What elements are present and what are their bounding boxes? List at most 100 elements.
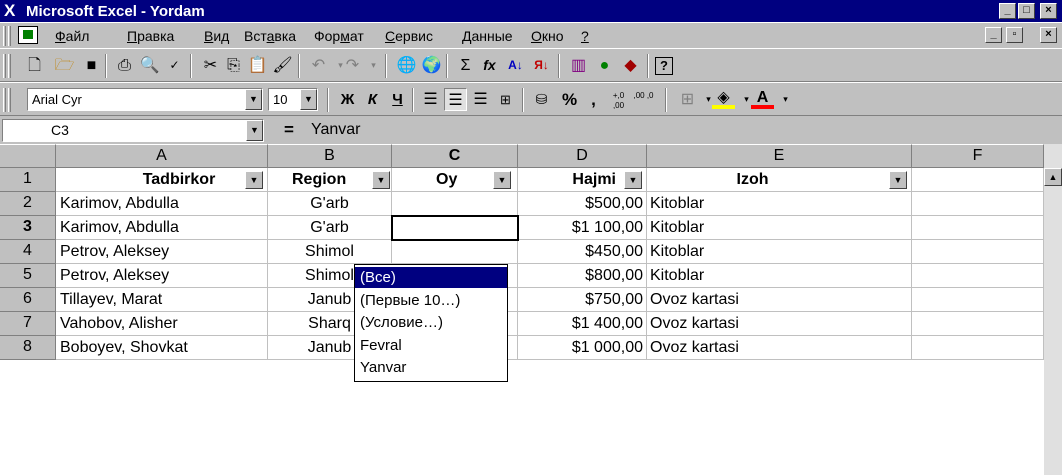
table-cell[interactable]: $500,00 — [518, 192, 647, 216]
doc-minimize-button[interactable]: _ — [985, 27, 1002, 43]
vertical-scrollbar[interactable]: ▲ — [1044, 144, 1062, 475]
column-header-c[interactable]: C — [392, 144, 518, 168]
menu-item-0[interactable]: Файл — [55, 28, 89, 44]
chevron-down-icon[interactable]: ▼ — [300, 89, 317, 110]
table-cell[interactable]: Karimov, Abdulla — [56, 192, 268, 216]
close-button[interactable]: × — [1040, 3, 1057, 19]
table-cell[interactable]: $1 400,00 — [518, 312, 647, 336]
menu-item-6[interactable]: Данные — [462, 28, 513, 44]
spelling-icon[interactable]: ✓ — [163, 54, 186, 77]
map-icon[interactable]: ● — [593, 54, 616, 77]
header-cell[interactable]: Izoh — [647, 168, 912, 192]
row-header-6[interactable]: 6 — [0, 288, 56, 312]
autofilter-dropdown-list[interactable]: (Все) (Первые 10…) (Условие…) Fevral Yanvar — [354, 264, 508, 382]
copy-icon[interactable]: ⎘ — [222, 54, 245, 77]
undo-icon[interactable]: ↶ — [307, 54, 330, 77]
sort-asc-icon[interactable]: А↓ — [504, 54, 527, 77]
table-cell[interactable]: $800,00 — [518, 264, 647, 288]
chevron-down-icon[interactable]: ▼ — [246, 120, 263, 141]
column-header-d[interactable]: D — [518, 144, 647, 168]
underline-button[interactable]: Ч — [386, 88, 409, 111]
edit-formula-button[interactable]: = — [284, 120, 294, 140]
column-header-b[interactable]: B — [268, 144, 392, 168]
worksheet-grid[interactable]: ABCDEF 1 Tadbirkor Region Oy Hajmi Izoh ▼ ▼ ▼ ▼ ▼ 2… — [0, 144, 1062, 475]
table-cell[interactable]: Ovoz kartasi — [647, 312, 912, 336]
toolbar-grip[interactable] — [3, 88, 6, 112]
autofilter-d-chevron-down-icon[interactable]: ▼ — [624, 171, 642, 189]
preview-icon[interactable]: 🔍 — [138, 54, 161, 77]
autofilter-c-chevron-down-icon[interactable]: ▼ — [493, 171, 511, 189]
format-painter-icon[interactable]: 🖌 — [271, 54, 294, 77]
dropdown-option[interactable]: Yanvar — [355, 357, 507, 378]
table-cell[interactable] — [912, 264, 1044, 288]
doc-restore-button[interactable]: ▫ — [1006, 27, 1023, 43]
chevron-down-icon[interactable]: ▼ — [245, 89, 262, 110]
table-cell[interactable]: Kitoblar — [647, 192, 912, 216]
table-cell[interactable] — [912, 216, 1044, 240]
redo-dropdown-icon[interactable]: ▾ — [362, 54, 385, 77]
workbook-icon[interactable] — [18, 26, 38, 44]
table-cell[interactable] — [912, 336, 1044, 360]
currency-icon[interactable]: ⛁ — [530, 88, 553, 111]
table-cell[interactable]: Vahobov, Alisher — [56, 312, 268, 336]
table-cell[interactable]: Petrov, Aleksey — [56, 264, 268, 288]
chart-wizard-icon[interactable]: ▥ — [567, 54, 590, 77]
table-cell[interactable] — [912, 240, 1044, 264]
table-cell[interactable]: Ovoz kartasi — [647, 336, 912, 360]
comma-button[interactable]: , — [582, 88, 605, 111]
dropdown-option[interactable]: (Все) — [355, 267, 507, 288]
minimize-button[interactable]: _ — [999, 3, 1016, 19]
table-cell[interactable]: Tillayev, Marat — [56, 288, 268, 312]
dropdown-option[interactable]: (Условие…) — [355, 312, 507, 333]
drawing-icon[interactable]: ◆ — [619, 54, 642, 77]
table-cell[interactable]: Boboyev, Shovkat — [56, 336, 268, 360]
table-cell[interactable]: $1 100,00 — [518, 216, 647, 240]
row-header-3[interactable]: 3 — [0, 216, 56, 240]
table-cell[interactable]: $450,00 — [518, 240, 647, 264]
row-header-8[interactable]: 8 — [0, 336, 56, 360]
align-right-icon[interactable]: ☰ — [469, 88, 492, 111]
table-cell[interactable]: Kitoblar — [647, 240, 912, 264]
font-color-dropdown-icon[interactable]: ▾ — [774, 88, 797, 111]
paste-icon[interactable]: 📋 — [246, 54, 269, 77]
column-header-a[interactable]: A — [56, 144, 268, 168]
column-header-f[interactable]: F — [912, 144, 1044, 168]
print-icon[interactable]: ⎙ — [113, 54, 136, 77]
table-cell[interactable] — [392, 192, 518, 216]
toolbar-grip[interactable] — [3, 54, 6, 78]
select-all-corner[interactable] — [0, 144, 56, 168]
scroll-up-icon[interactable]: ▲ — [1044, 168, 1062, 186]
row-header-7[interactable]: 7 — [0, 312, 56, 336]
increase-decimal-button[interactable]: +,0 ,00 — [607, 88, 630, 111]
table-cell[interactable] — [912, 288, 1044, 312]
table-cell[interactable]: Kitoblar — [647, 264, 912, 288]
menu-item-3[interactable]: Вставка — [244, 28, 296, 44]
menu-item-8[interactable]: ? — [581, 28, 589, 44]
font-size-select[interactable]: 10 ▼ — [268, 88, 318, 111]
row-header-2[interactable]: 2 — [0, 192, 56, 216]
dropdown-option[interactable]: (Первые 10…) — [355, 290, 507, 311]
decrease-decimal-button[interactable]: ,00 ,0 — [632, 88, 655, 111]
menu-item-5[interactable]: Сервис — [385, 28, 433, 44]
header-cell[interactable] — [912, 168, 1044, 192]
maximize-button[interactable]: □ — [1018, 3, 1035, 19]
autofilter-b-chevron-down-icon[interactable]: ▼ — [372, 171, 390, 189]
hyperlink-icon[interactable]: 🌐 — [395, 54, 418, 77]
table-cell[interactable]: Ovoz kartasi — [647, 288, 912, 312]
sort-desc-icon[interactable]: Я↓ — [530, 54, 553, 77]
merge-center-icon[interactable]: ⊞ — [494, 88, 517, 111]
dropdown-option[interactable]: Fevral — [355, 335, 507, 356]
open-icon[interactable]: 🗁 — [53, 54, 76, 77]
table-cell[interactable]: Petrov, Aleksey — [56, 240, 268, 264]
name-box[interactable]: C3 ▼ — [2, 119, 264, 142]
table-cell[interactable]: $750,00 — [518, 288, 647, 312]
row-header-4[interactable]: 4 — [0, 240, 56, 264]
save-icon[interactable]: ■ — [80, 54, 103, 77]
table-cell[interactable] — [392, 240, 518, 264]
table-cell[interactable] — [392, 216, 518, 240]
fill-color-icon[interactable]: ◈ — [712, 88, 735, 109]
autosum-icon[interactable]: Σ — [454, 54, 477, 77]
autofilter-a-chevron-down-icon[interactable]: ▼ — [245, 171, 263, 189]
bold-button[interactable]: Ж — [336, 88, 359, 111]
percent-button[interactable]: % — [558, 88, 581, 111]
